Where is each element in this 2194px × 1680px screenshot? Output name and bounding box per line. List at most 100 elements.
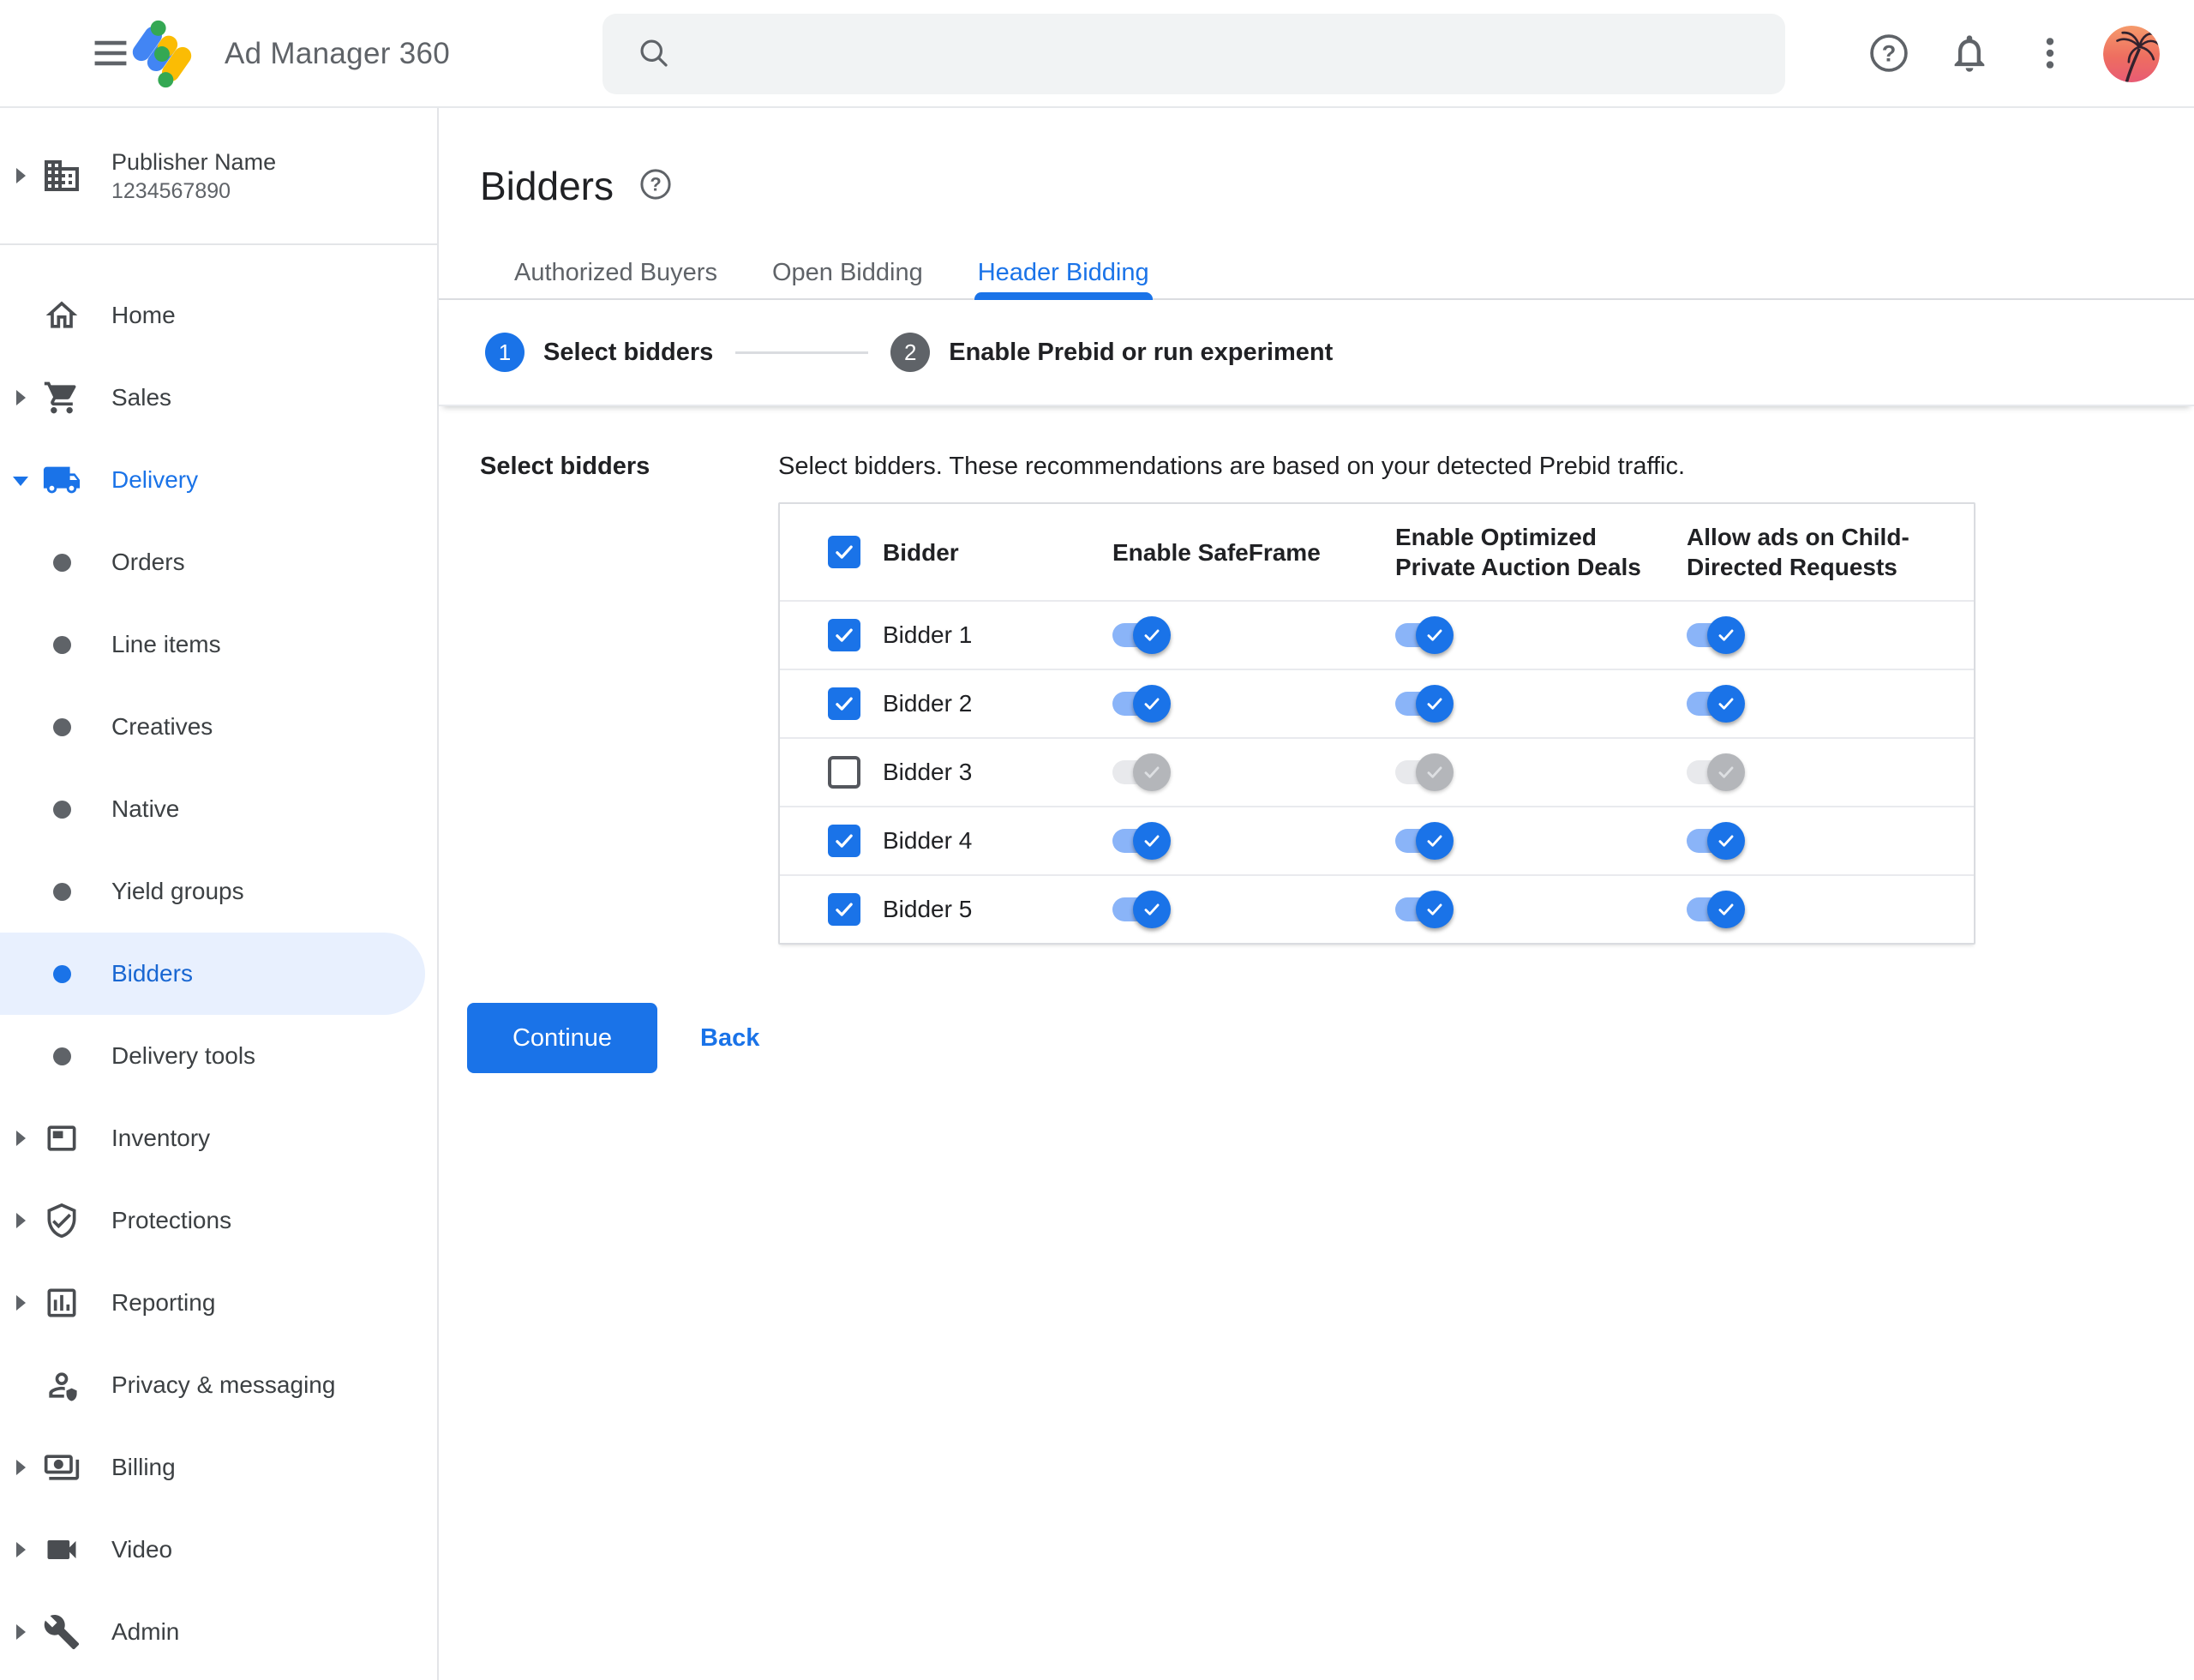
- sidebar-item-bidders[interactable]: Bidders: [0, 933, 425, 1015]
- sidebar-item-protections[interactable]: Protections: [0, 1179, 437, 1262]
- enable-safeframe-toggle[interactable]: [1112, 685, 1171, 723]
- bidder-checkbox[interactable]: [828, 687, 860, 720]
- sidebar-item-creatives[interactable]: Creatives: [0, 686, 437, 768]
- help-icon: ?: [638, 166, 674, 207]
- bullet-icon: [53, 717, 71, 736]
- bidder-checkbox[interactable]: [828, 825, 860, 857]
- bullet-icon: [53, 553, 71, 572]
- sidebar-item-inventory[interactable]: Inventory: [0, 1097, 437, 1179]
- description-text: Select bidders. These recommendations ar…: [778, 453, 1686, 480]
- bidder-name: Bidder 4: [883, 827, 973, 854]
- table-row: Bidder 5: [780, 874, 1974, 943]
- bell-icon: [1947, 31, 1992, 78]
- publisher-switcher[interactable]: Publisher Name 1234567890: [0, 108, 437, 245]
- notifications-button[interactable]: [1942, 27, 1997, 81]
- table-row: Bidder 1: [780, 600, 1974, 669]
- chevron-right-icon: [15, 390, 26, 405]
- person-shield-icon: [41, 1365, 82, 1406]
- svg-text:?: ?: [650, 173, 661, 195]
- tab-bar: Authorized Buyers Open Bidding Header Bi…: [439, 247, 2194, 300]
- sidebar-item-delivery-tools[interactable]: Delivery tools: [0, 1015, 437, 1097]
- sidebar-item-line-items[interactable]: Line items: [0, 603, 437, 686]
- enable-safeframe-toggle[interactable]: [1112, 753, 1171, 791]
- child-directed-toggle[interactable]: [1687, 753, 1745, 791]
- select-all-checkbox[interactable]: [828, 536, 860, 568]
- bullet-icon: [53, 800, 71, 819]
- continue-button[interactable]: Continue: [467, 1003, 657, 1073]
- chevron-right-icon: [15, 1213, 26, 1228]
- cart-icon: [41, 377, 82, 418]
- enable-safeframe-toggle[interactable]: [1112, 822, 1171, 860]
- column-header-child-directed: Allow ads on Child- Directed Requests: [1687, 524, 1909, 580]
- account-avatar[interactable]: [2103, 26, 2160, 82]
- optimized-deals-toggle[interactable]: [1395, 891, 1454, 928]
- sidebar: Publisher Name 1234567890 Home Sales Del…: [0, 108, 439, 1680]
- ad-manager-app: Ad Manager 360 ? Publisher Name 12345678…: [0, 0, 2194, 1680]
- videocam-icon: [41, 1529, 82, 1570]
- bullet-icon: [53, 882, 71, 901]
- tab-authorized-buyers[interactable]: Authorized Buyers: [487, 247, 745, 298]
- table-row: Bidder 3: [780, 737, 1974, 806]
- step-enable-prebid: 2 Enable Prebid or run experiment: [890, 333, 1333, 372]
- child-directed-toggle[interactable]: [1687, 822, 1745, 860]
- search-input[interactable]: [688, 28, 1785, 80]
- ad-manager-logo-icon: [127, 19, 197, 89]
- palm-tree-avatar-image: [2103, 26, 2160, 82]
- sidebar-item-home[interactable]: Home: [0, 274, 437, 357]
- more-options-button[interactable]: [2023, 27, 2077, 81]
- title-help-button[interactable]: ?: [638, 168, 674, 204]
- enable-safeframe-toggle[interactable]: [1112, 616, 1171, 654]
- bidders-table: Bidder Enable SafeFrame Enable Optimized…: [778, 502, 1975, 945]
- sidebar-item-reporting[interactable]: Reporting: [0, 1262, 437, 1344]
- sidebar-item-native[interactable]: Native: [0, 768, 437, 850]
- bullet-icon: [53, 635, 71, 654]
- bidder-name: Bidder 1: [883, 621, 973, 648]
- chevron-right-icon: [15, 1624, 26, 1640]
- section-label: Select bidders: [480, 453, 650, 480]
- optimized-deals-toggle[interactable]: [1395, 685, 1454, 723]
- back-link[interactable]: Back: [700, 1024, 759, 1053]
- optimized-deals-toggle[interactable]: [1395, 822, 1454, 860]
- bidder-name: Bidder 5: [883, 896, 973, 922]
- sidebar-item-orders[interactable]: Orders: [0, 521, 437, 603]
- bar-chart-icon: [41, 1282, 82, 1323]
- wrench-icon: [41, 1611, 82, 1653]
- child-directed-toggle[interactable]: [1687, 685, 1745, 723]
- bidder-checkbox[interactable]: [828, 619, 860, 651]
- child-directed-toggle[interactable]: [1687, 616, 1745, 654]
- sidebar-item-privacy-messaging[interactable]: Privacy & messaging: [0, 1344, 437, 1426]
- table-header-row: Bidder Enable SafeFrame Enable Optimized…: [780, 504, 1974, 600]
- enable-safeframe-toggle[interactable]: [1112, 891, 1171, 928]
- bidder-name: Bidder 3: [883, 759, 973, 785]
- bidder-checkbox[interactable]: [828, 893, 860, 926]
- optimized-deals-toggle[interactable]: [1395, 616, 1454, 654]
- truck-icon: [41, 459, 82, 501]
- column-header-bidder: Bidder: [883, 538, 959, 566]
- payments-icon: [41, 1447, 82, 1488]
- search-icon: [635, 34, 671, 75]
- sidebar-item-billing[interactable]: Billing: [0, 1426, 437, 1509]
- tab-header-bidding[interactable]: Header Bidding: [950, 247, 1177, 300]
- publisher-name: Publisher Name: [111, 149, 277, 175]
- search-bar[interactable]: [602, 14, 1785, 94]
- tab-open-bidding[interactable]: Open Bidding: [745, 247, 950, 298]
- column-header-safeframe: Enable SafeFrame: [1112, 538, 1321, 566]
- stepper: 1 Select bidders 2 Enable Prebid or run …: [439, 300, 2194, 406]
- bidder-checkbox[interactable]: [828, 756, 860, 789]
- building-icon: [41, 155, 82, 196]
- table-row: Bidder 2: [780, 669, 1974, 737]
- help-button[interactable]: ?: [1861, 27, 1916, 81]
- optimized-deals-toggle[interactable]: [1395, 753, 1454, 791]
- svg-text:?: ?: [1882, 39, 1897, 66]
- sidebar-item-sales[interactable]: Sales: [0, 357, 437, 439]
- sidebar-item-yield-groups[interactable]: Yield groups: [0, 850, 437, 933]
- help-icon: ?: [1867, 31, 1911, 78]
- sidebar-item-delivery[interactable]: Delivery: [0, 439, 437, 521]
- sidebar-item-admin[interactable]: Admin: [0, 1591, 437, 1673]
- bullet-icon: [53, 964, 71, 983]
- step-select-bidders: 1 Select bidders: [485, 333, 713, 372]
- home-icon: [41, 295, 82, 336]
- product-name: Ad Manager 360: [225, 37, 450, 70]
- sidebar-item-video[interactable]: Video: [0, 1509, 437, 1591]
- child-directed-toggle[interactable]: [1687, 891, 1745, 928]
